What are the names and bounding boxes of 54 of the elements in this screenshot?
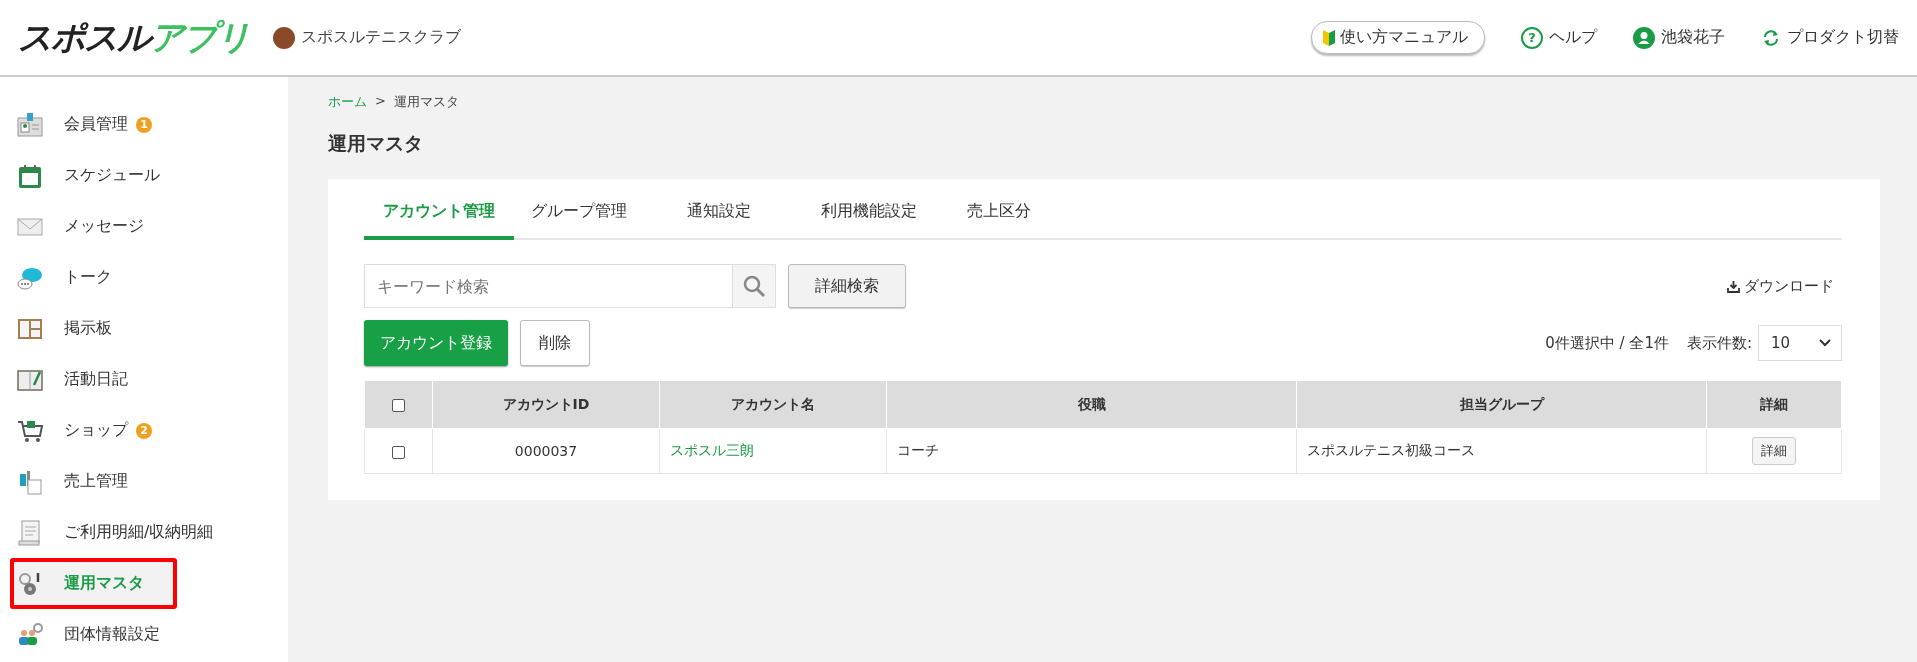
sidebar-item[interactable]: ショップ 2	[0, 405, 288, 456]
column-header: 担当グループ	[1296, 380, 1707, 429]
tab[interactable]: アカウント管理	[364, 187, 514, 240]
page-title: 運用マスタ	[328, 131, 424, 156]
column-header: 役職	[886, 380, 1297, 429]
table-cell: コーチ	[886, 428, 1297, 474]
search-icon	[742, 274, 766, 298]
tab[interactable]: 売上区分	[944, 187, 1054, 240]
refresh-icon	[1761, 27, 1781, 48]
column-header: アカウント名	[659, 380, 887, 429]
tab[interactable]: 通知設定	[644, 187, 794, 240]
sidebar-item[interactable]: 売上管理	[0, 456, 288, 507]
search-button[interactable]	[732, 264, 776, 308]
page-size-select[interactable]: 10	[1758, 325, 1842, 361]
product-switch-link[interactable]: プロダクト切替	[1761, 27, 1899, 48]
sidebar-item[interactable]: トーク	[0, 252, 288, 303]
club-name: スポスルテニスクラブ	[301, 27, 461, 48]
sidebar-item[interactable]: スケジュール	[0, 150, 288, 201]
advanced-search-button[interactable]: 詳細検索	[788, 264, 906, 308]
delete-button[interactable]: 削除	[520, 320, 590, 366]
club-avatar	[273, 26, 295, 49]
count-badge: 2	[136, 422, 152, 439]
manual-button[interactable]: 使い方マニュアル	[1311, 21, 1485, 54]
column-header: アカウントID	[432, 380, 660, 429]
account-name-link[interactable]: スポスル三朗	[670, 442, 754, 458]
selection-summary: 0件選択中 / 全1件	[1545, 333, 1669, 353]
breadcrumb-current: 運用マスタ	[393, 93, 459, 111]
sidebar-item[interactable]: ご利用明細/収納明細	[0, 507, 288, 558]
beginner-mark-icon	[1322, 28, 1336, 47]
breadcrumb-separator: >	[375, 93, 386, 110]
user-icon	[1633, 26, 1655, 49]
user-menu[interactable]: 池袋花子	[1633, 26, 1725, 49]
sidebar-item[interactable]: 団体情報設定	[0, 609, 288, 660]
help-icon: ?	[1521, 26, 1543, 49]
sidebar-item[interactable]: 活動日記	[0, 354, 288, 405]
download-icon	[1727, 279, 1740, 293]
member-icon	[16, 110, 44, 139]
download-link[interactable]: ダウンロード	[1727, 276, 1834, 296]
sidebar-item[interactable]: 掲示板	[0, 303, 288, 354]
count-badge: 1	[136, 116, 152, 133]
table-cell: スポスルテニス初級コース	[1296, 428, 1707, 474]
sidebar-item[interactable]: メッセージ	[0, 201, 288, 252]
column-header: 詳細	[1706, 380, 1842, 429]
row-checkbox[interactable]	[392, 445, 405, 459]
chevron-down-icon	[1819, 339, 1831, 347]
search-field[interactable]: キーワード検索	[364, 264, 732, 308]
select-all-checkbox[interactable]	[392, 399, 405, 412]
table-cell: 0000037	[432, 428, 660, 474]
page-size-label: 表示件数:	[1686, 333, 1752, 353]
sidebar-item[interactable]: 会員管理 1	[0, 99, 288, 150]
detail-button[interactable]: 詳細	[1752, 437, 1796, 465]
tab[interactable]: 利用機能設定	[794, 187, 944, 240]
tab[interactable]: グループ管理	[514, 187, 644, 240]
help-link[interactable]: ? ヘルプ	[1521, 26, 1597, 49]
